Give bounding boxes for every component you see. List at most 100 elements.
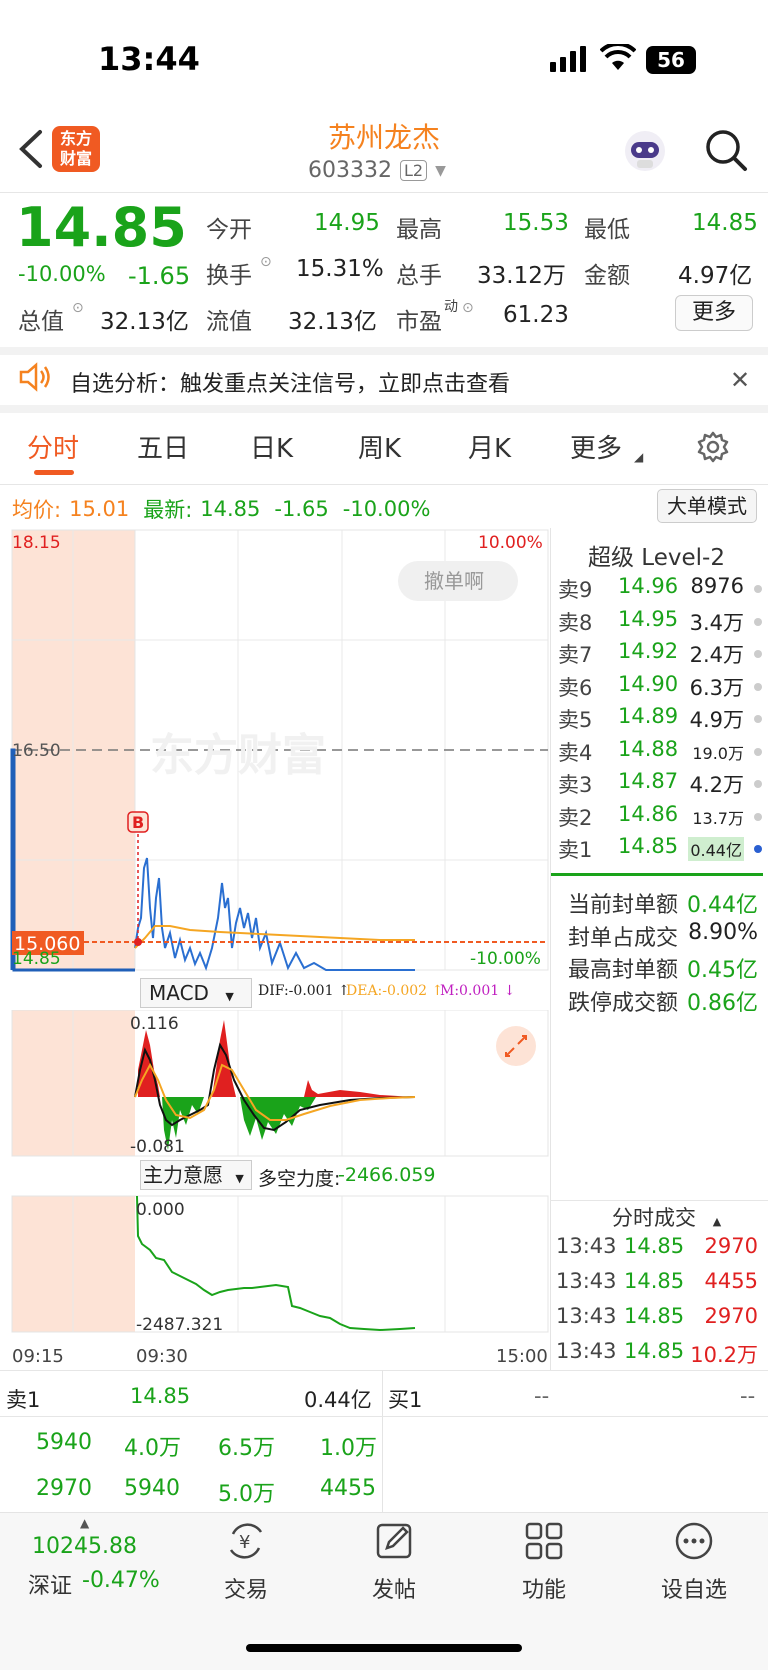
status-dot-icon xyxy=(754,650,762,658)
big-order-mode-button[interactable]: 大单模式 xyxy=(657,489,757,523)
seal-stat-row: 封单占成交 8.90% xyxy=(568,920,768,952)
main-force-selector[interactable]: 主力意愿 ▼ xyxy=(140,1160,252,1190)
tick-price: 14.85 xyxy=(624,1339,685,1363)
tick-row: 13:43 14.85 4455 xyxy=(556,1269,768,1301)
signal-icon xyxy=(550,46,590,76)
low-value: 14.85 xyxy=(692,210,758,236)
ask-volume: 4.2万 xyxy=(689,773,744,797)
nav-add-watchlist-label: 设自选 xyxy=(660,1578,727,1603)
notice-text[interactable]: 自选分析：触发重点关注信号，立即点击查看 xyxy=(70,366,510,398)
ask-row[interactable]: 卖1 14.85 0.44亿 xyxy=(558,834,768,866)
change-pct: -10.00% xyxy=(18,262,106,286)
status-dot-icon xyxy=(754,747,762,756)
macd-chart[interactable]: 0.116 -0.081 xyxy=(0,1010,552,1158)
queue-order: 1.0万 xyxy=(320,1436,377,1461)
high-label: 最高 xyxy=(396,217,442,243)
ask-volume: 13.7万 xyxy=(692,808,744,828)
cancel-bubble[interactable]: 撤单啊 xyxy=(424,569,484,593)
tick-volume: 10.2万 xyxy=(690,1343,758,1367)
ask-volume: 4.9万 xyxy=(689,708,744,732)
nav-functions[interactable]: 功能 xyxy=(484,1520,604,1604)
ask-label: 卖4 xyxy=(558,740,593,765)
queue-order: 5.0万 xyxy=(218,1482,275,1507)
tick-price: 14.85 xyxy=(624,1269,685,1293)
ask-row[interactable]: 卖2 14.86 13.7万 xyxy=(558,802,768,834)
queue-order: 5940 xyxy=(124,1476,180,1501)
ask-price: 14.89 xyxy=(618,704,679,728)
info-icon[interactable]: ⊙ xyxy=(462,300,474,316)
bottom-buy-price: -- xyxy=(534,1384,550,1408)
seal-stat-label: 封单占成交 xyxy=(568,925,679,951)
ask-row[interactable]: 卖7 14.92 2.4万 xyxy=(558,639,768,671)
bottom-divider-v xyxy=(382,1370,383,1512)
ask-price: 14.87 xyxy=(618,769,679,793)
info-icon[interactable]: ⊙ xyxy=(260,254,272,270)
seal-stat-label: 跌停成交额 xyxy=(568,990,679,1016)
queue-order: 4.0万 xyxy=(124,1436,181,1461)
latest-value: 14.85 xyxy=(200,497,261,521)
tab-more[interactable]: 更多 xyxy=(570,428,622,465)
intraday-chart[interactable]: 东方财富 B 撤单啊 18.15 16.50 15.060 14.85 10.0… xyxy=(0,528,552,998)
gear-icon[interactable] xyxy=(696,430,730,468)
macd-dea: DEA:-0.002 ↑ xyxy=(346,983,444,999)
orderbook-divider xyxy=(551,873,763,876)
chart-info-line: 均价: 15.01 最新: 14.85 -1.65 -10.00% xyxy=(12,494,430,524)
ticks-title[interactable]: 分时成交 ▲ xyxy=(612,1202,721,1232)
low-pct-label: -10.00% xyxy=(470,949,541,969)
queue-order: 2970 xyxy=(36,1476,92,1501)
ask-volume: 3.4万 xyxy=(689,610,744,635)
buy-marker[interactable]: B xyxy=(132,813,144,832)
macd-selector[interactable]: MACD ▼ xyxy=(140,978,252,1008)
nav-trade[interactable]: ¥ 交易 xyxy=(186,1520,306,1604)
tab-five-day[interactable]: 五日 xyxy=(137,428,189,465)
seal-stat-row: 最高封单额 0.45亿 xyxy=(568,952,768,984)
info-icon[interactable]: ⊙ xyxy=(72,300,84,316)
bottom-buy-label: 买1 xyxy=(388,1388,423,1412)
ask-row[interactable]: 卖6 14.90 6.3万 xyxy=(558,672,768,704)
ask-row[interactable]: 卖9 14.96 8976 xyxy=(558,574,768,606)
tab-monthly-k[interactable]: 月K xyxy=(468,428,511,465)
nav-add-watchlist[interactable]: 设自选 xyxy=(634,1520,754,1604)
mktcap-value: 32.13亿 xyxy=(100,309,189,335)
top-pct-label: 10.00% xyxy=(478,533,543,553)
search-icon[interactable] xyxy=(704,128,748,176)
pe-label: 市盈 xyxy=(396,309,442,335)
ask-row[interactable]: 卖3 14.87 4.2万 xyxy=(558,769,768,801)
mid-price-label: 16.50 xyxy=(12,741,61,761)
status-bar: 13:44 56 xyxy=(0,0,768,110)
current-price: 14.85 xyxy=(16,196,187,259)
main-force-bottom-label: -2487.321 xyxy=(136,1315,223,1335)
nav-post[interactable]: 发帖 xyxy=(334,1520,454,1604)
tab-intraday[interactable]: 分时 xyxy=(27,428,79,465)
tick-time: 13:43 xyxy=(556,1234,617,1258)
close-icon[interactable]: ✕ xyxy=(730,366,750,394)
macd-m: M:0.001 ↓ xyxy=(440,983,516,999)
orderbook-title[interactable]: 超级 Level-2 xyxy=(588,538,725,572)
main-force-value: -2466.059 xyxy=(338,1164,436,1186)
ask-row[interactable]: 卖5 14.89 4.9万 xyxy=(558,704,768,736)
main-force-chart[interactable]: 0.000 -2487.321 xyxy=(0,1192,552,1340)
float-value: 32.13亿 xyxy=(288,309,377,335)
queue-order: 6.5万 xyxy=(218,1436,275,1461)
index-name[interactable]: 深证 xyxy=(28,1568,72,1600)
seal-stat-value: 0.86亿 xyxy=(687,990,758,1016)
ask-row[interactable]: 卖4 14.88 19.0万 xyxy=(558,737,768,769)
nav-post-label: 发帖 xyxy=(371,1578,416,1603)
main-force-selector-label: 主力意愿 xyxy=(143,1163,223,1187)
index-value[interactable]: 10245.88 xyxy=(32,1534,137,1559)
robot-assistant-icon[interactable] xyxy=(622,128,668,174)
battery-level: 56 xyxy=(657,48,685,72)
float-label: 流值 xyxy=(206,309,252,335)
stock-code-row[interactable]: 603332 L2 ▼ xyxy=(308,158,446,183)
ask-label: 卖2 xyxy=(558,805,593,830)
seal-stat-row: 当前封单额 0.44亿 xyxy=(568,887,768,919)
status-dot-icon xyxy=(754,682,762,691)
ask-row[interactable]: 卖8 14.95 3.4万 xyxy=(558,607,768,639)
status-time: 13:44 xyxy=(98,40,200,78)
tab-weekly-k[interactable]: 周K xyxy=(358,428,401,465)
amount-value: 4.97亿 xyxy=(678,263,753,289)
avg-price-line xyxy=(134,925,415,949)
tab-daily-k[interactable]: 日K xyxy=(250,428,293,465)
more-button[interactable]: 更多 xyxy=(675,295,753,331)
index-pct[interactable]: -0.47% xyxy=(82,1568,160,1593)
